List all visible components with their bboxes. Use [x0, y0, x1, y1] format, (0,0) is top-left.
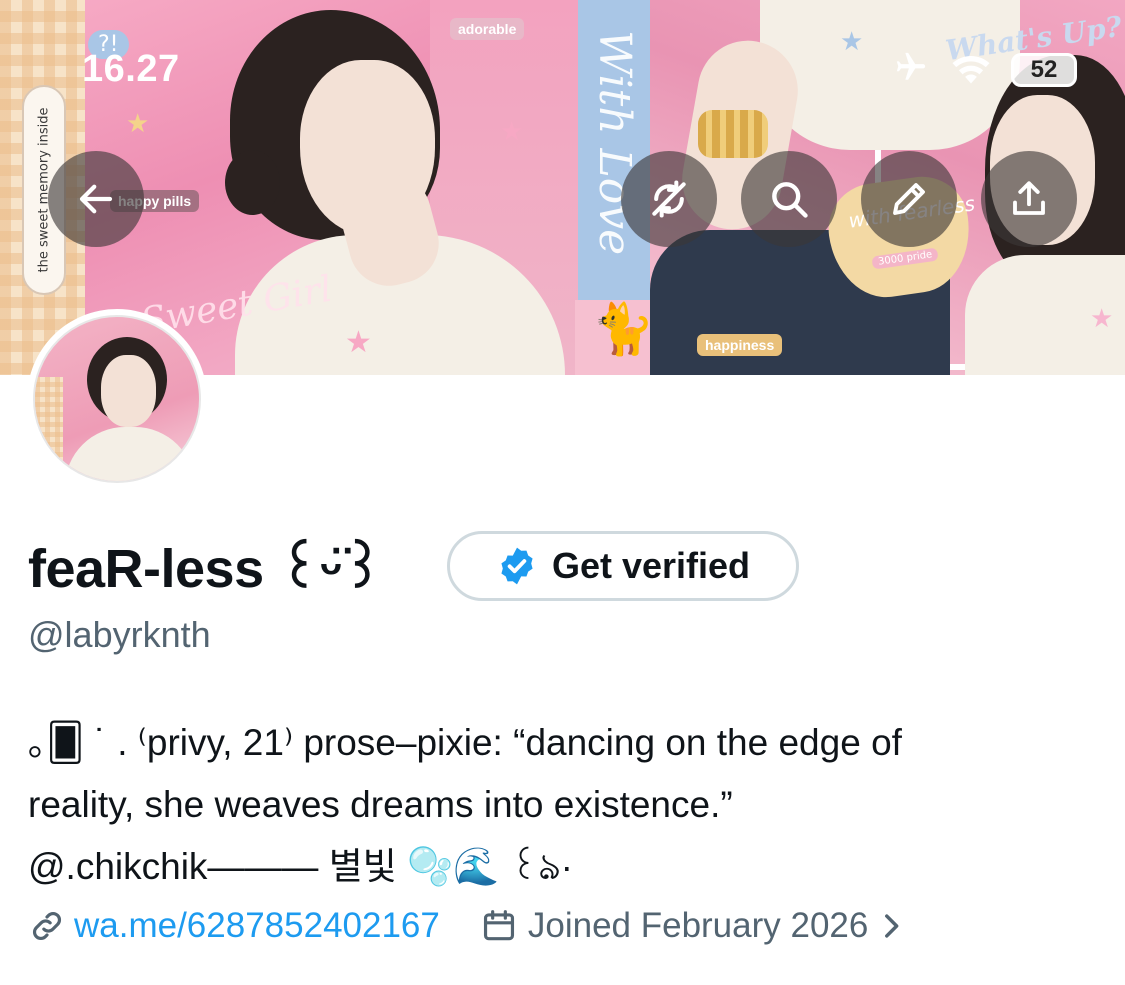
bio-line: reality, she weaves dreams into existenc… [28, 784, 733, 825]
get-verified-label: Get verified [551, 545, 751, 586]
avatar-face [101, 355, 156, 427]
profile-bio: ｡🂠 ˙ . ⁽privy, 21⁾ prose–pixie: “dancing… [28, 712, 1098, 898]
banner-bracelet [698, 110, 768, 158]
share-button[interactable] [981, 151, 1077, 247]
display-name: feaR-less ꒰ᵕ̈꒱ [28, 539, 384, 599]
banner-star-blue: ★ [840, 26, 864, 56]
link-icon [33, 912, 61, 940]
banner-star-pink-3: ★ [1090, 303, 1114, 333]
profile-meta-row: wa.me/6287852402167 Joined February 2026 [28, 906, 908, 946]
edit-button[interactable] [861, 151, 957, 247]
get-verified-button[interactable]: Get verified [447, 531, 799, 601]
airplane-icon [891, 50, 931, 89]
profile-handle: @labyrknth [28, 614, 211, 655]
search-button[interactable] [741, 151, 837, 247]
battery-icon: 52 [1011, 52, 1077, 87]
status-icons: 52 [891, 50, 1077, 89]
sync-off-button[interactable] [621, 151, 717, 247]
verified-badge-icon [501, 547, 533, 585]
search-icon [772, 182, 808, 218]
banner-cat-icon: 🐈 [592, 300, 655, 358]
chevron-right-icon[interactable] [874, 909, 908, 943]
profile-avatar[interactable] [27, 309, 207, 489]
banner-star-yellow: ★ [126, 108, 150, 138]
avatar-shirt [65, 427, 195, 481]
banner-star-pink: ★ [500, 116, 524, 146]
avatar-gingham [35, 377, 63, 481]
avatar-image [33, 315, 201, 483]
calendar-icon [483, 910, 514, 941]
banner-girl-bun [225, 150, 280, 215]
banner-sticker-happiness: happiness [697, 334, 783, 356]
bio-line: @.chikchik——— 별빛 🫧🌊 ꒰ঌ· [28, 846, 573, 887]
back-button[interactable] [48, 151, 144, 247]
bio-line: ｡🂠 ˙ . ⁽privy, 21⁾ prose–pixie: “dancing… [28, 722, 902, 763]
status-time: 16.27 [82, 48, 180, 90]
edit-pencil-icon [893, 183, 925, 215]
banner-star-pink-2: ★ [345, 326, 372, 359]
joined-date[interactable]: Joined February 2026 [528, 906, 869, 946]
wifi-icon [949, 50, 993, 89]
battery-level: 52 [1030, 55, 1058, 83]
back-arrow-icon [79, 184, 113, 214]
profile-link[interactable]: wa.me/6287852402167 [74, 906, 440, 946]
banner-sticker-adorable: adorable [450, 18, 525, 40]
share-icon [1013, 181, 1045, 215]
sync-off-icon [652, 180, 686, 218]
